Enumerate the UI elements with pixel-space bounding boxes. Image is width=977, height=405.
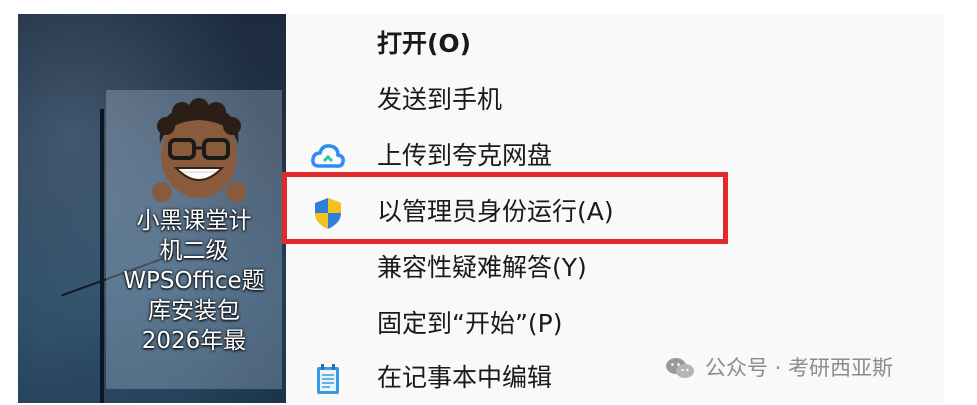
menu-item-label: 在记事本中编辑: [377, 363, 553, 392]
cartoon-avatar-icon[interactable]: [146, 96, 252, 208]
menu-item-open[interactable]: 打开(O): [286, 18, 944, 70]
watermark-text: 公众号 · 考研西亚斯: [705, 356, 894, 380]
highlight-annotation-box: [282, 172, 728, 244]
menu-item-compat-troubleshoot[interactable]: 兼容性疑难解答(Y): [286, 242, 944, 294]
menu-item-label: 打开(O): [377, 29, 472, 58]
quark-cloud-icon: [311, 144, 345, 168]
icon-label-line: 小黑课堂计: [136, 208, 252, 234]
menu-item-label: 兼容性疑难解答(Y): [377, 253, 587, 282]
menu-item-pin-to-start[interactable]: 固定到“开始”(P): [286, 298, 944, 350]
wechat-icon: [666, 358, 694, 378]
icon-label-line: 机二级: [159, 238, 229, 264]
icon-label-line: WPSOffice题: [123, 268, 265, 294]
menu-item-send-to-phone[interactable]: 发送到手机: [286, 74, 944, 126]
menu-item-label: 固定到“开始”(P): [377, 309, 563, 338]
desktop-shortcut-label: 小黑课堂计 机二级 WPSOffice题 库安装包 2026年最: [106, 206, 282, 356]
icon-label-line: 库安装包: [148, 298, 240, 324]
notepad-icon: [317, 364, 339, 394]
menu-item-label: 发送到手机: [377, 85, 503, 114]
wallpaper-pole: [100, 109, 104, 403]
icon-label-line: 2026年最: [141, 328, 247, 354]
watermark: 公众号 · 考研西亚斯: [665, 350, 945, 386]
